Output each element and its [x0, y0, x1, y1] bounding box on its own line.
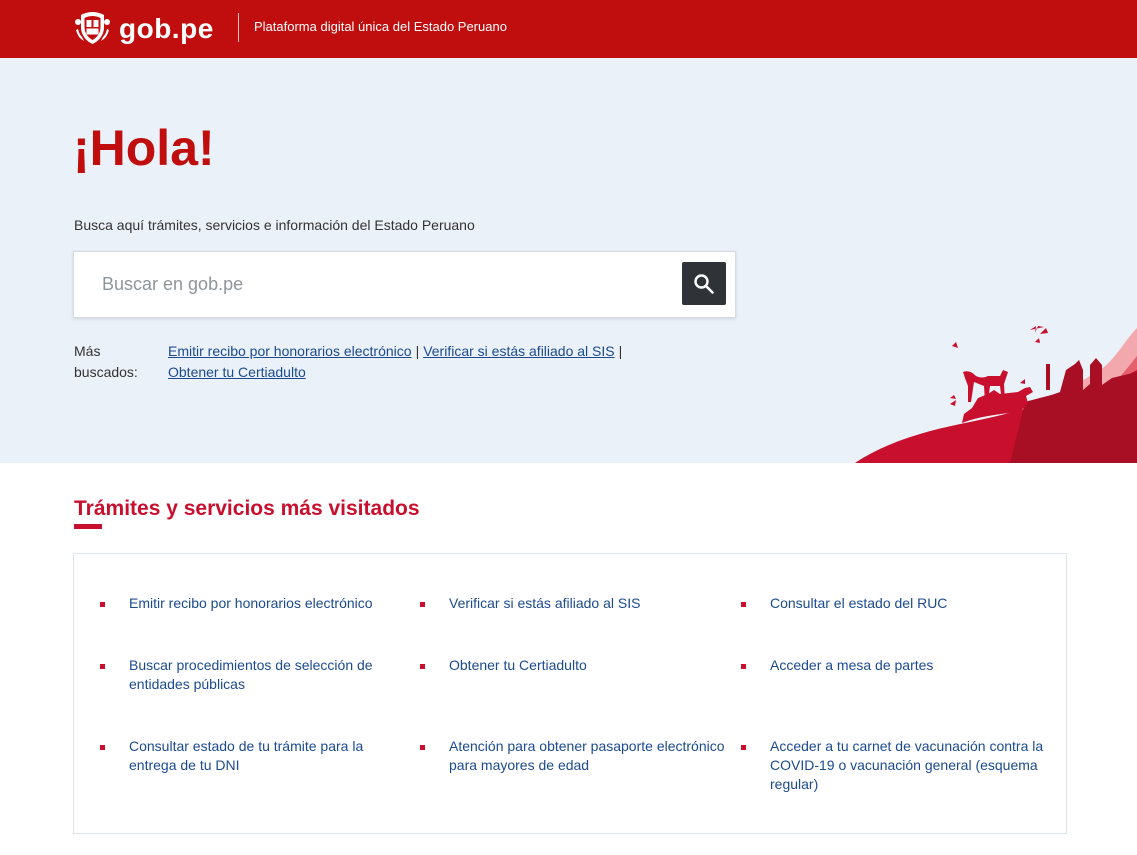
logo-text: gob.pe — [119, 12, 214, 44]
bullet-square — [100, 602, 105, 607]
list-item: Consultar el estado del RUC — [741, 594, 1050, 613]
bullet-square — [100, 745, 105, 750]
andean-landscape-illustration — [855, 326, 1137, 463]
list-item: Acceder a tu carnet de vacunación contra… — [741, 737, 1050, 794]
list-item: Atención para obtener pasaporte electrón… — [420, 737, 729, 775]
service-link[interactable]: Emitir recibo por honorarios electrónico — [129, 595, 373, 611]
hero-section: ¡Hola! Busca aquí trámites, servicios e … — [0, 58, 1137, 463]
bullet-square — [741, 745, 746, 750]
section-title-underline — [74, 524, 102, 529]
service-link[interactable]: Atención para obtener pasaporte electrón… — [449, 738, 725, 773]
most-searched-link-certiadulto[interactable]: Obtener tu Certiadulto — [168, 364, 306, 380]
link-separator: | — [618, 343, 623, 359]
bullet-square — [420, 602, 425, 607]
list-item: Emitir recibo por honorarios electrónico — [100, 594, 409, 613]
list-item: Acceder a mesa de partes — [741, 656, 1050, 675]
list-item: Verificar si estás afiliado al SIS — [420, 594, 729, 613]
service-link[interactable]: Verificar si estás afiliado al SIS — [449, 595, 640, 611]
bullet-square — [420, 745, 425, 750]
bullet-square — [741, 664, 746, 669]
service-link[interactable]: Obtener tu Certiadulto — [449, 657, 587, 673]
bullet-square — [420, 664, 425, 669]
search-box — [73, 251, 736, 318]
list-item: Buscar procedimientos de selección de en… — [100, 656, 409, 694]
link-separator: | — [415, 343, 420, 359]
header-tagline: Plataforma digital única del Estado Peru… — [254, 19, 507, 34]
most-searched-link-honorarios[interactable]: Emitir recibo por honorarios electrónico — [168, 343, 412, 359]
service-link[interactable]: Consultar estado de tu trámite para la e… — [129, 738, 363, 773]
hero-subtitle: Busca aquí trámites, servicios e informa… — [74, 217, 475, 233]
bullet-square — [741, 602, 746, 607]
gobpe-logo[interactable]: gob.pe — [74, 10, 214, 47]
services-section-title: Trámites y servicios más visitados — [74, 497, 420, 520]
most-searched-link-sis[interactable]: Verificar si estás afiliado al SIS — [423, 343, 614, 359]
services-card: Emitir recibo por honorarios electrónico… — [73, 553, 1067, 834]
most-searched-links: Emitir recibo por honorarios electrónico… — [168, 341, 658, 383]
list-item: Consultar estado de tu trámite para la e… — [100, 737, 409, 775]
most-searched-label: Más buscados: — [74, 343, 138, 380]
list-item: Obtener tu Certiadulto — [420, 656, 729, 675]
search-button[interactable] — [682, 262, 726, 305]
page-title: ¡Hola! — [73, 120, 215, 176]
service-link[interactable]: Acceder a mesa de partes — [770, 657, 933, 673]
coat-of-arms-icon — [75, 12, 110, 44]
header-divider — [238, 13, 239, 42]
service-link[interactable]: Consultar el estado del RUC — [770, 595, 947, 611]
top-bar: gob.pe Plataforma digital única del Esta… — [0, 0, 1137, 58]
service-link[interactable]: Acceder a tu carnet de vacunación contra… — [770, 738, 1043, 792]
search-icon — [694, 273, 714, 294]
bullet-square — [100, 664, 105, 669]
search-input[interactable] — [75, 253, 675, 316]
service-link[interactable]: Buscar procedimientos de selección de en… — [129, 657, 373, 692]
